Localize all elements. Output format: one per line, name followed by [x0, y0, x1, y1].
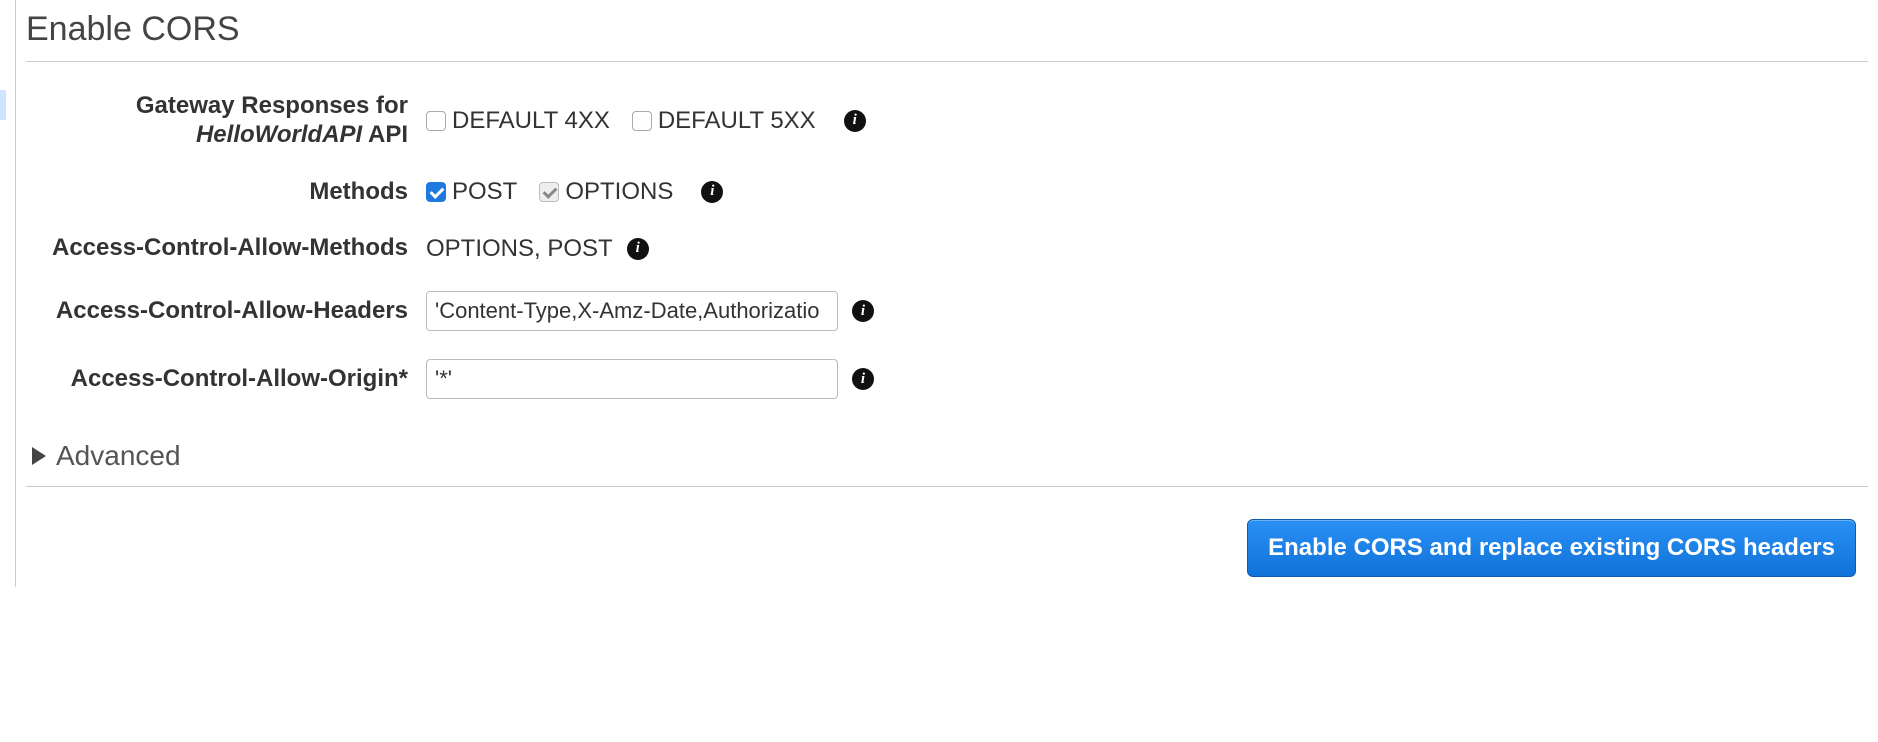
checkbox-default-4xx-label: DEFAULT 4XX: [452, 107, 610, 135]
checkbox-post-label: POST: [452, 178, 517, 206]
info-icon[interactable]: i: [844, 110, 866, 132]
label-allow-headers: Access-Control-Allow-Headers: [26, 297, 426, 326]
api-name: HelloWorldAPI: [196, 121, 362, 148]
row-allow-methods: Access-Control-Allow-Methods OPTIONS, PO…: [26, 234, 1868, 263]
row-allow-origin: Access-Control-Allow-Origin* i: [26, 359, 1868, 399]
info-icon[interactable]: i: [627, 238, 649, 260]
value-allow-headers: i: [426, 291, 874, 331]
action-row: Enable CORS and replace existing CORS he…: [26, 487, 1868, 577]
info-icon[interactable]: i: [701, 181, 723, 203]
input-allow-origin[interactable]: [426, 359, 838, 399]
label-line2-suffix: API: [362, 121, 408, 148]
checkbox-post-wrap[interactable]: POST: [426, 178, 517, 206]
value-allow-origin: i: [426, 359, 874, 399]
info-icon[interactable]: i: [852, 368, 874, 390]
row-methods: Methods POST OPTIONS i: [26, 178, 1868, 207]
checkbox-default-5xx-wrap[interactable]: DEFAULT 5XX: [632, 107, 816, 135]
left-accent-bar: [0, 90, 6, 120]
advanced-label: Advanced: [56, 440, 181, 472]
checkbox-options: [539, 182, 559, 202]
form-area: Gateway Responses for HelloWorldAPI API …: [26, 62, 1868, 432]
checkbox-default-4xx[interactable]: [426, 111, 446, 131]
checkbox-post[interactable]: [426, 182, 446, 202]
advanced-toggle[interactable]: Advanced: [26, 432, 1868, 486]
enable-cors-button[interactable]: Enable CORS and replace existing CORS he…: [1247, 519, 1856, 577]
allow-methods-value: OPTIONS, POST: [426, 235, 613, 263]
row-allow-headers: Access-Control-Allow-Headers i: [26, 291, 1868, 331]
chevron-right-icon: [32, 447, 46, 465]
label-allow-methods: Access-Control-Allow-Methods: [26, 234, 426, 263]
label-allow-origin: Access-Control-Allow-Origin*: [26, 365, 426, 394]
info-icon[interactable]: i: [852, 300, 874, 322]
label-gateway-responses: Gateway Responses for HelloWorldAPI API: [26, 92, 426, 150]
input-allow-headers[interactable]: [426, 291, 838, 331]
value-gateway-responses: DEFAULT 4XX DEFAULT 5XX i: [426, 107, 866, 135]
checkbox-default-5xx-label: DEFAULT 5XX: [658, 107, 816, 135]
label-methods: Methods: [26, 178, 426, 207]
checkbox-options-wrap: OPTIONS: [539, 178, 673, 206]
checkbox-default-5xx[interactable]: [632, 111, 652, 131]
label-line1: Gateway Responses for: [136, 92, 408, 119]
checkbox-options-label: OPTIONS: [565, 178, 673, 206]
cors-panel: Enable CORS Gateway Responses for HelloW…: [15, 0, 1878, 587]
checkbox-default-4xx-wrap[interactable]: DEFAULT 4XX: [426, 107, 610, 135]
value-allow-methods: OPTIONS, POST i: [426, 235, 649, 263]
page-title: Enable CORS: [26, 10, 1868, 61]
row-gateway-responses: Gateway Responses for HelloWorldAPI API …: [26, 92, 1868, 150]
value-methods: POST OPTIONS i: [426, 178, 723, 206]
